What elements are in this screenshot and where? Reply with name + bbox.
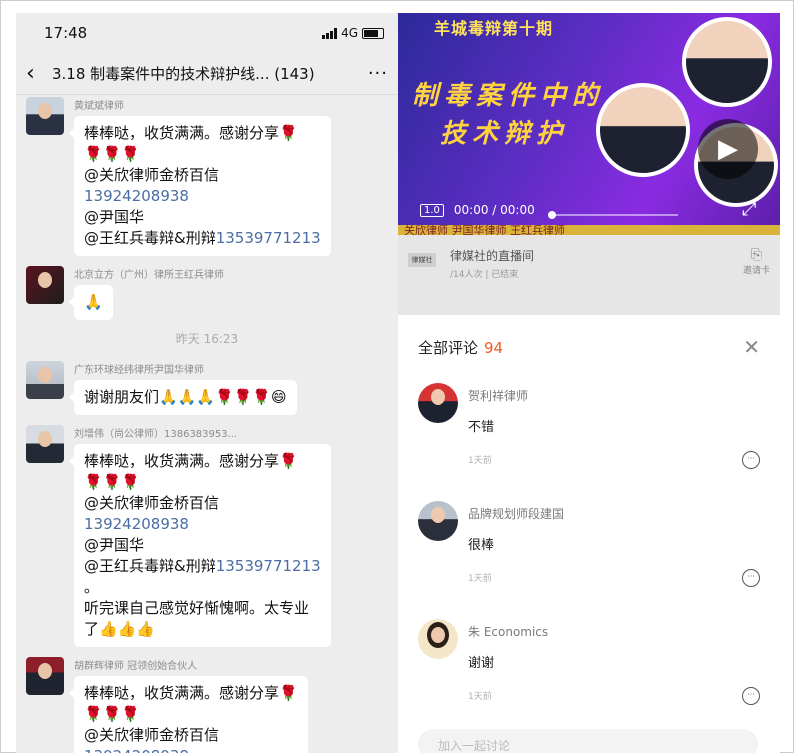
room-logo: 律媒社: [408, 253, 436, 267]
video-player[interactable]: 羊城毒辩第十期 制毒案件中的 技术辩护 ▶ 1.0 00:00 / 00:00 …: [398, 13, 780, 235]
sender-name: 刘增伟（尚公律师）1386383953...: [74, 429, 238, 440]
reply-icon[interactable]: ···: [742, 687, 760, 705]
comment-text: 很棒: [468, 538, 495, 553]
message-bubble[interactable]: 🙏: [69, 285, 113, 320]
reply-icon[interactable]: ···: [742, 451, 760, 469]
sender-name: 广东环球经纬律所尹国华律师: [74, 365, 204, 376]
room-name: 律媒社的直播间: [450, 249, 535, 263]
speaker-name-strip: 关欣律师 尹国华律师 王红兵律师: [398, 225, 780, 235]
phone-link[interactable]: 13924208938: [84, 514, 321, 535]
avatar[interactable]: [418, 383, 458, 423]
chat-message: 北京立方（广州）律所王红兵律师 🙏: [26, 266, 398, 320]
avatar[interactable]: [418, 619, 458, 659]
comment-author: 贺利祥律师: [468, 389, 529, 403]
phone-link[interactable]: 13924208938: [84, 186, 321, 207]
progress-handle[interactable]: [548, 211, 556, 219]
speed-button[interactable]: 1.0: [420, 203, 444, 217]
comments-count: 94: [484, 338, 504, 357]
avatar[interactable]: [26, 266, 64, 304]
back-icon[interactable]: ‹: [26, 61, 52, 86]
room-stats: /14人次 | 已结束: [450, 270, 519, 280]
live-panel: 羊城毒辩第十期 制毒案件中的 技术辩护 ▶ 1.0 00:00 / 00:00 …: [398, 13, 780, 753]
sender-name: 黄斌斌律师: [74, 101, 124, 112]
signal-icon: [322, 27, 338, 39]
comment-text: 谢谢: [468, 656, 495, 671]
avatar[interactable]: [26, 361, 64, 399]
chat-nav-bar: ‹ 3.18 制毒案件中的技术辩护线... (143) ···: [16, 53, 398, 95]
comments-title: 全部评论: [418, 338, 479, 357]
speaker-portrait: [682, 17, 772, 107]
video-banner: 羊城毒辩第十期: [434, 19, 554, 38]
video-title-line2: 技术辩护: [440, 119, 569, 149]
avatar[interactable]: [26, 657, 64, 695]
comment-item: 朱 Economics 谢谢 1天前 ···: [418, 619, 760, 737]
comment-item: 贺利祥律师 不错 1天前 ···: [418, 383, 760, 501]
comment-input[interactable]: 加入一起讨论: [418, 729, 758, 753]
card-icon: ⎘: [750, 247, 763, 263]
more-icon[interactable]: ···: [360, 63, 388, 84]
reply-icon[interactable]: ···: [742, 569, 760, 587]
screenshot-root: 17:48 4G ‹ 3.18 制毒案件中的技术辩护线... (143) ···…: [0, 0, 794, 753]
video-time: 00:00 / 00:00: [453, 203, 535, 217]
message-list: 黄斌斌律师 棒棒哒，收货满满。感谢分享🌹 🌹🌹🌹 @关欣律师金桥百信 13924…: [16, 95, 398, 753]
comment-item: 品牌规划师段建国 很棒 1天前 ···: [418, 501, 760, 619]
video-progress-bar[interactable]: [548, 211, 678, 219]
sender-name: 北京立方（广州）律所王红兵律师: [74, 270, 224, 281]
comment-author: 品牌规划师段建国: [468, 507, 565, 521]
status-time: 17:48: [44, 24, 88, 42]
message-bubble[interactable]: 棒棒哒，收货满满。感谢分享🌹 🌹🌹🌹 @关欣律师金桥百信 13924208938…: [69, 116, 331, 256]
status-bar: 17:48 4G: [16, 13, 398, 53]
comments-section: 全部评论 94 ✕ 贺利祥律师 不错 1天前 ··· 品牌规划师段建国 很棒 1天: [398, 315, 780, 737]
network-label: 4G: [341, 26, 358, 40]
play-icon[interactable]: ▶: [698, 119, 758, 179]
avatar[interactable]: [26, 425, 64, 463]
chat-title: 3.18 制毒案件中的技术辩护线... (143): [52, 65, 315, 83]
phone-link[interactable]: 13539771213: [216, 229, 321, 247]
sender-name: 胡群辉律师 冠领创始合伙人: [74, 661, 198, 672]
invite-card-button[interactable]: ⎘ 邀请卡: [743, 247, 770, 276]
chat-message: 胡群辉律师 冠领创始合伙人 棒棒哒，收货满满。感谢分享🌹 🌹🌹🌹 @关欣律师金桥…: [26, 657, 398, 753]
avatar[interactable]: [26, 97, 64, 135]
message-timestamp: 昨天 16:23: [175, 332, 239, 346]
chat-panel: 17:48 4G ‹ 3.18 制毒案件中的技术辩护线... (143) ···…: [16, 13, 398, 753]
comment-time: 1天前: [468, 692, 492, 702]
speaker-portrait: [596, 83, 690, 177]
comment-time: 1天前: [468, 574, 492, 584]
battery-icon: [362, 27, 384, 39]
close-icon[interactable]: ✕: [743, 335, 760, 359]
message-bubble[interactable]: 棒棒哒，收货满满。感谢分享🌹 🌹🌹🌹 @关欣律师金桥百信 13924208938…: [69, 444, 331, 647]
live-room-bar[interactable]: 律媒社 律媒社的直播间 /14人次 | 已结束 ⎘ 邀请卡: [398, 235, 780, 315]
message-bubble[interactable]: 谢谢朋友们🙏🙏🙏🌹🌹🌹😄: [69, 380, 297, 415]
video-title-line1: 制毒案件中的: [412, 81, 605, 111]
message-bubble[interactable]: 棒棒哒，收货满满。感谢分享🌹 🌹🌹🌹 @关欣律师金桥百信 13924208938: [69, 676, 308, 753]
chat-message: 黄斌斌律师 棒棒哒，收货满满。感谢分享🌹 🌹🌹🌹 @关欣律师金桥百信 13924…: [26, 97, 398, 256]
phone-link[interactable]: 13539771213: [216, 557, 321, 575]
comment-author: 朱 Economics: [468, 625, 549, 639]
avatar[interactable]: [418, 501, 458, 541]
comment-text: 不错: [468, 420, 495, 435]
comment-time: 1天前: [468, 456, 492, 466]
fullscreen-icon[interactable]: ⤢: [742, 199, 756, 220]
chat-message: 刘增伟（尚公律师）1386383953... 棒棒哒，收货满满。感谢分享🌹 🌹🌹…: [26, 425, 398, 647]
chat-message: 广东环球经纬律所尹国华律师 谢谢朋友们🙏🙏🙏🌹🌹🌹😄: [26, 361, 398, 415]
phone-link[interactable]: 13924208938: [84, 746, 298, 753]
